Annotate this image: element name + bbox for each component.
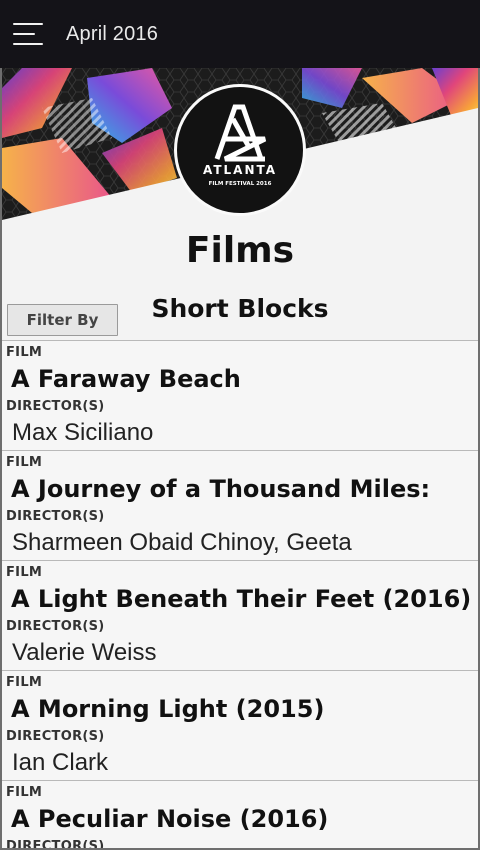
- atlanta-film-festival-logo: ATLANTA FILM FESTIVAL 2016: [174, 84, 306, 216]
- director-label: DIRECTOR(S): [6, 839, 105, 850]
- director-label: DIRECTOR(S): [6, 729, 105, 744]
- director-name: Ian Clark: [12, 749, 109, 776]
- film-type-label: FILM: [6, 675, 43, 690]
- director-name: Valerie Weiss: [12, 639, 157, 666]
- logo-subtitle: FILM FESTIVAL 2016: [209, 181, 272, 187]
- film-type-label: FILM: [6, 565, 43, 580]
- hamburger-menu-icon[interactable]: [13, 21, 47, 47]
- director-name: Sharmeen Obaid Chinoy, Geeta: [12, 529, 352, 556]
- director-label: DIRECTOR(S): [6, 399, 105, 414]
- film-list-item[interactable]: FILM A Faraway Beach DIRECTOR(S) Max Sic…: [2, 340, 478, 450]
- film-list-item[interactable]: FILM A Light Beneath Their Feet (2016) D…: [2, 560, 478, 670]
- film-title: A Peculiar Noise (2016): [11, 805, 329, 833]
- director-label: DIRECTOR(S): [6, 509, 105, 524]
- film-list-item[interactable]: FILM A Peculiar Noise (2016) DIRECTOR(S): [2, 780, 478, 850]
- film-type-label: FILM: [6, 345, 43, 360]
- page-title: Films: [185, 230, 295, 271]
- logo-wordmark: ATLANTA: [203, 163, 277, 177]
- section-title: Short Blocks: [151, 294, 329, 323]
- film-title: A Light Beneath Their Feet (2016): [11, 585, 472, 613]
- film-title: A Journey of a Thousand Miles:: [11, 475, 431, 503]
- film-type-label: FILM: [6, 785, 43, 800]
- director-label: DIRECTOR(S): [6, 619, 105, 634]
- film-list-item[interactable]: FILM A Morning Light (2015) DIRECTOR(S) …: [2, 670, 478, 780]
- film-type-label: FILM: [6, 455, 43, 470]
- film-list-item[interactable]: FILM A Journey of a Thousand Miles: DIRE…: [2, 450, 478, 560]
- film-title: A Morning Light (2015): [11, 695, 325, 723]
- app-header: April 2016: [0, 0, 480, 68]
- header-title: April 2016: [66, 22, 159, 45]
- film-title: A Faraway Beach: [11, 365, 241, 393]
- main-content: ATLANTA FILM FESTIVAL 2016 Films Filter …: [0, 68, 480, 850]
- festival-logo-mark-icon: ATLANTA FILM FESTIVAL 2016: [203, 104, 277, 187]
- director-name: Max Siciliano: [12, 419, 154, 446]
- film-list: FILM A Faraway Beach DIRECTOR(S) Max Sic…: [2, 340, 478, 850]
